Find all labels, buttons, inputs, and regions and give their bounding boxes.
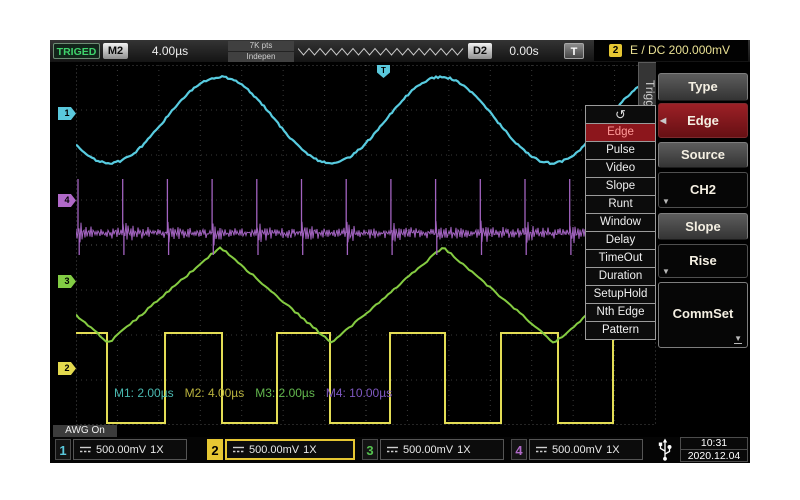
trigger-status-badge: TRIGED bbox=[53, 43, 100, 59]
menu-item-pulse[interactable]: Pulse bbox=[585, 141, 656, 160]
waveform-grid-canvas bbox=[76, 65, 656, 425]
channel4-settings-box[interactable]: 500.00mV 1X bbox=[529, 439, 643, 460]
measurement-m3: M3: 2.00µs bbox=[255, 386, 315, 400]
channel3-scale: 500.00mV bbox=[403, 444, 453, 456]
dropdown-arrow-icon: ▼ bbox=[662, 267, 670, 277]
commset-label: CommSet bbox=[673, 306, 734, 321]
slope-value-button[interactable]: Rise ▼ bbox=[658, 244, 748, 278]
channel4-scale: 500.00mV bbox=[552, 444, 602, 456]
menu-item-duration[interactable]: Duration bbox=[585, 267, 656, 286]
top-status-bar: TRIGED M2 4.00µs 7K pts Indepen D2 0.00s… bbox=[50, 40, 750, 62]
measurement-readouts: M1: 2.00µs M2: 4.00µs M3: 2.00µs M4: 10.… bbox=[114, 386, 392, 400]
waveform-display bbox=[76, 65, 656, 425]
left-arrow-icon: ◀ bbox=[660, 116, 666, 126]
softkey-panel: Type ◀ Edge Source CH2 ▼ Slope Rise ▼ CommS… bbox=[656, 62, 750, 425]
menu-item-timeout[interactable]: TimeOut bbox=[585, 249, 656, 268]
channel3-number-badge[interactable]: 3 bbox=[362, 439, 378, 460]
menu-back-icon[interactable]: ↺ bbox=[585, 105, 656, 124]
menu-item-nth-edge[interactable]: Nth Edge bbox=[585, 303, 656, 322]
clock-display: 10:31 2020.12.04 bbox=[680, 437, 748, 462]
menu-item-pattern[interactable]: Pattern bbox=[585, 321, 656, 340]
menu-item-edge[interactable]: Edge bbox=[585, 123, 656, 142]
dc-coupling-icon bbox=[535, 445, 548, 454]
channel2-scale: 500.00mV bbox=[249, 444, 299, 456]
type-softkey[interactable]: Type bbox=[658, 73, 748, 101]
acquisition-mode-badge: M2 bbox=[103, 43, 128, 59]
menu-item-delay[interactable]: Delay bbox=[585, 231, 656, 250]
measurement-m1: M1: 2.00µs bbox=[114, 386, 174, 400]
channel1-number-badge[interactable]: 1 bbox=[55, 439, 71, 460]
timebase-readout: 4.00µs bbox=[138, 43, 202, 59]
type-value-label: Edge bbox=[687, 113, 719, 128]
channel1-probe: 1X bbox=[150, 444, 163, 456]
awg-status-tab: AWG On bbox=[53, 425, 117, 437]
usb-icon bbox=[657, 438, 673, 462]
channel3-settings-box[interactable]: 500.00mV 1X bbox=[380, 439, 504, 460]
trigger-info-box: 2 E / DC 200.000mV bbox=[594, 40, 748, 61]
channel-status-bar: 1 500.00mV 1X 2 500.00mV 1X 3 500.00mV 1… bbox=[50, 437, 750, 463]
menu-item-runt[interactable]: Runt bbox=[585, 195, 656, 214]
commset-button[interactable]: CommSet ▼ bbox=[658, 282, 748, 348]
dc-coupling-icon bbox=[232, 445, 245, 454]
channel2-level-marker[interactable]: 2 bbox=[58, 362, 76, 375]
trigger-badge: T bbox=[564, 43, 584, 59]
source-value-button[interactable]: CH2 ▼ bbox=[658, 172, 748, 208]
slope-value-label: Rise bbox=[689, 253, 716, 268]
more-pages-icon: ▼ bbox=[734, 334, 742, 344]
channel3-level-marker[interactable]: 3 bbox=[58, 275, 76, 288]
channel3-probe: 1X bbox=[457, 444, 470, 456]
channel2-number-badge[interactable]: 2 bbox=[207, 439, 223, 460]
trigger-source-channel-badge: 2 bbox=[609, 44, 622, 57]
channel4-number-badge[interactable]: 4 bbox=[511, 439, 527, 460]
channel1-scale: 500.00mV bbox=[96, 444, 146, 456]
measurement-m4: M4: 10.00µs bbox=[326, 386, 392, 400]
date-readout: 2020.12.04 bbox=[681, 450, 747, 461]
trigger-settings-readout: E / DC 200.000mV bbox=[630, 40, 730, 61]
measurement-m2: M2: 4.00µs bbox=[185, 386, 245, 400]
source-value-label: CH2 bbox=[690, 182, 716, 197]
type-value-button[interactable]: ◀ Edge bbox=[658, 103, 748, 138]
menu-item-setuphold[interactable]: SetupHold bbox=[585, 285, 656, 304]
waveform-preview-icon bbox=[298, 45, 464, 57]
dc-coupling-icon bbox=[386, 445, 399, 454]
dropdown-arrow-icon: ▼ bbox=[662, 197, 670, 207]
horizontal-delay-readout: 0.00s bbox=[498, 43, 550, 59]
trigger-type-menu: ↺ Edge Pulse Video Slope Runt Window Del… bbox=[585, 105, 656, 340]
dc-coupling-icon bbox=[79, 445, 92, 454]
channel1-level-marker[interactable]: 1 bbox=[58, 107, 76, 120]
menu-item-slope[interactable]: Slope bbox=[585, 177, 656, 196]
menu-item-video[interactable]: Video bbox=[585, 159, 656, 178]
acquire-mode-readout: Indepen bbox=[228, 52, 294, 62]
source-softkey[interactable]: Source bbox=[658, 142, 748, 168]
channel2-settings-box[interactable]: 500.00mV 1X bbox=[225, 439, 355, 460]
time-readout: 10:31 bbox=[681, 438, 747, 450]
menu-item-window[interactable]: Window bbox=[585, 213, 656, 232]
channel4-probe: 1X bbox=[606, 444, 619, 456]
oscilloscope-screen: TRIGED M2 4.00µs 7K pts Indepen D2 0.00s… bbox=[50, 40, 750, 463]
channel1-settings-box[interactable]: 500.00mV 1X bbox=[73, 439, 187, 460]
channel4-level-marker[interactable]: 4 bbox=[58, 194, 76, 207]
memory-depth-readout: 7K pts bbox=[228, 41, 294, 51]
slope-softkey[interactable]: Slope bbox=[658, 213, 748, 240]
horizontal-badge: D2 bbox=[468, 43, 492, 59]
channel2-probe: 1X bbox=[303, 444, 316, 456]
